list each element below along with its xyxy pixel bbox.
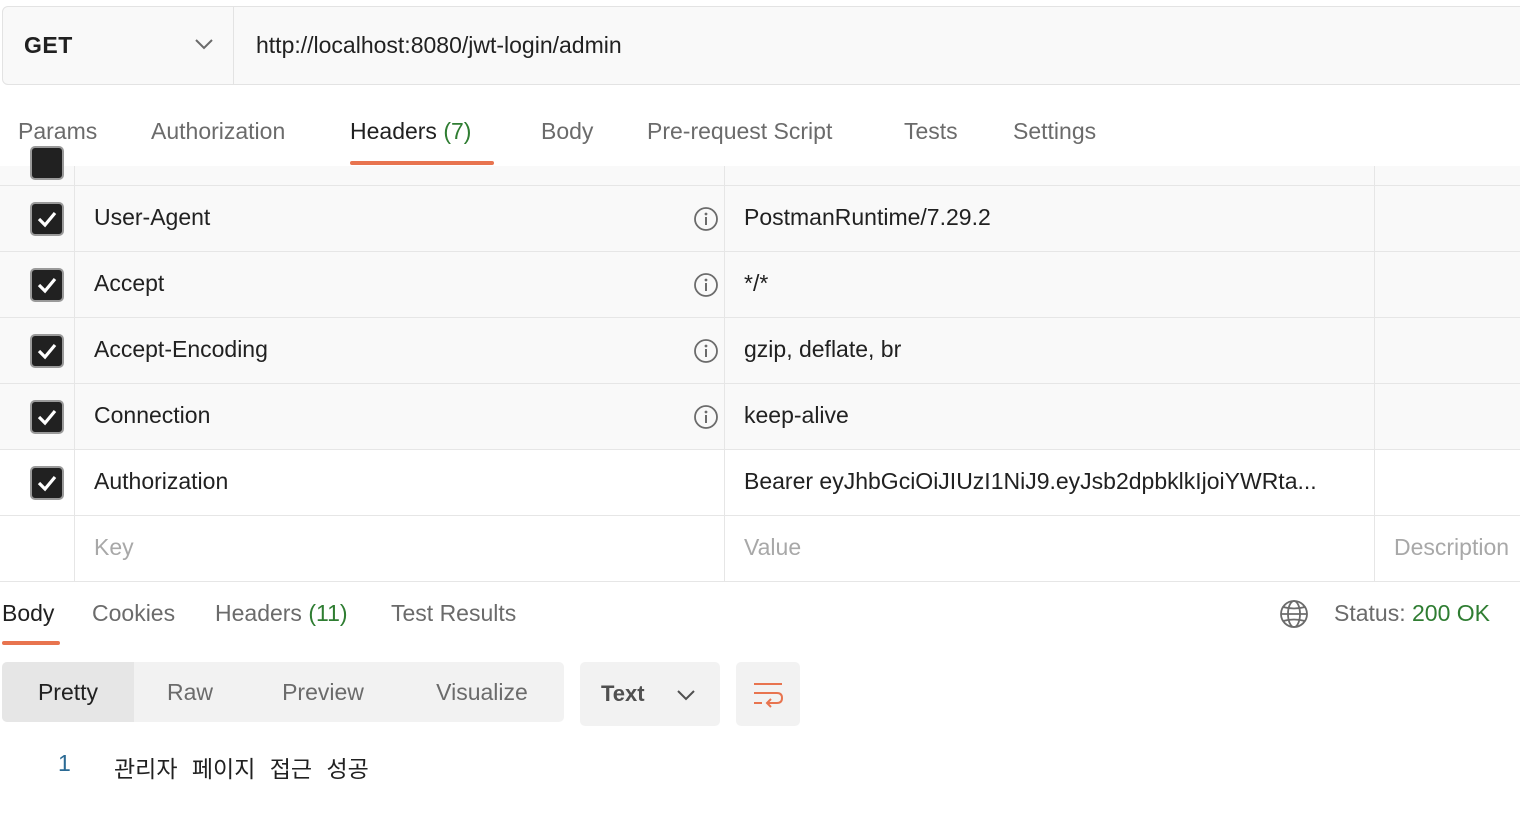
info-icon[interactable] — [692, 337, 720, 370]
globe-icon[interactable] — [1278, 598, 1310, 635]
status-label: Status: — [1334, 600, 1406, 626]
table-row: Accept */* — [0, 252, 1520, 318]
tab-headers[interactable]: Headers (7) — [350, 118, 471, 145]
header-key[interactable]: User-Agent — [94, 204, 210, 231]
table-row: Accept-Encoding gzip, deflate, br — [0, 318, 1520, 384]
header-value[interactable]: keep-alive — [744, 402, 849, 429]
response-status: Status: 200 OK — [1334, 600, 1490, 627]
header-value[interactable]: PostmanRuntime/7.29.2 — [744, 204, 991, 231]
view-mode-visualize[interactable]: Visualize — [400, 662, 564, 722]
line-number: 1 — [58, 750, 71, 776]
column-divider — [74, 166, 75, 581]
method-label: GET — [24, 32, 73, 58]
response-tabs: Body Cookies Headers (11) Test Results S… — [0, 582, 1520, 646]
header-key[interactable]: Accept — [94, 270, 164, 297]
view-mode-selector: Pretty Raw Preview Visualize — [2, 662, 564, 722]
response-text: 관리자 페이지 접근 성공 — [114, 756, 369, 782]
method-select[interactable]: GET — [3, 7, 234, 84]
header-key[interactable]: Authorization — [94, 468, 228, 495]
checkbox-checked-icon[interactable] — [30, 466, 64, 500]
key-input[interactable]: Key — [94, 534, 134, 561]
tab-settings[interactable]: Settings — [1013, 118, 1096, 145]
url-input[interactable]: http://localhost:8080/jwt-login/admin — [234, 7, 622, 84]
wrap-lines-button[interactable] — [736, 662, 800, 726]
tab-authorization[interactable]: Authorization — [151, 118, 285, 145]
header-value[interactable]: */* — [744, 270, 768, 297]
value-input[interactable]: Value — [744, 534, 801, 561]
checkbox-checked-icon[interactable] — [30, 268, 64, 302]
request-tabs: Params Authorization Headers (7) Body Pr… — [0, 100, 1520, 166]
tab-pre-request-script[interactable]: Pre-request Script — [647, 118, 832, 145]
view-mode-pretty[interactable]: Pretty — [2, 662, 134, 722]
table-row: Authorization Bearer eyJhbGciOiJIUzI1NiJ… — [0, 450, 1520, 516]
response-tab-test-results[interactable]: Test Results — [391, 600, 516, 627]
header-key[interactable]: Connection — [94, 402, 210, 429]
header-key[interactable]: Accept-Encoding — [94, 336, 268, 363]
info-icon[interactable] — [692, 271, 720, 304]
column-divider — [1374, 166, 1375, 581]
active-response-tab-indicator — [2, 641, 60, 645]
header-value[interactable]: gzip, deflate, br — [744, 336, 901, 363]
chevron-down-icon — [676, 688, 696, 706]
view-mode-raw[interactable]: Raw — [134, 662, 246, 722]
format-label: Text — [601, 681, 645, 706]
tab-tests[interactable]: Tests — [904, 118, 958, 145]
active-tab-indicator — [350, 161, 494, 165]
table-row-new: Key Value Description — [0, 516, 1520, 582]
request-bar: GET http://localhost:8080/jwt-login/admi… — [2, 6, 1520, 85]
info-icon[interactable] — [692, 205, 720, 238]
checkbox-checked-icon[interactable] — [30, 334, 64, 368]
table-row: User-Agent PostmanRuntime/7.29.2 — [0, 186, 1520, 252]
response-tab-body[interactable]: Body — [2, 600, 54, 627]
headers-count: (7) — [443, 118, 472, 144]
view-mode-preview[interactable]: Preview — [246, 662, 400, 722]
response-headers-count: (11) — [308, 600, 348, 626]
wrap-lines-icon — [754, 683, 784, 708]
column-divider — [724, 166, 725, 581]
checkbox-checked-icon[interactable] — [30, 202, 64, 236]
tab-params[interactable]: Params — [18, 118, 97, 145]
response-tab-headers[interactable]: Headers (11) — [215, 600, 348, 627]
description-input[interactable]: Description — [1394, 534, 1509, 561]
format-select[interactable]: Text — [580, 662, 720, 726]
status-value: 200 OK — [1412, 600, 1490, 626]
header-value[interactable]: Bearer eyJhbGciOiJIUzI1NiJ9.eyJsb2dpbklk… — [744, 468, 1317, 495]
info-icon[interactable] — [692, 403, 720, 436]
checkbox-checked-icon[interactable] — [30, 400, 64, 434]
chevron-down-icon — [193, 37, 215, 56]
checkbox-checked-icon[interactable] — [30, 146, 64, 180]
tab-body[interactable]: Body — [541, 118, 593, 145]
table-row: Connection keep-alive — [0, 384, 1520, 450]
table-row — [0, 146, 1520, 186]
response-tab-cookies[interactable]: Cookies — [92, 600, 175, 627]
